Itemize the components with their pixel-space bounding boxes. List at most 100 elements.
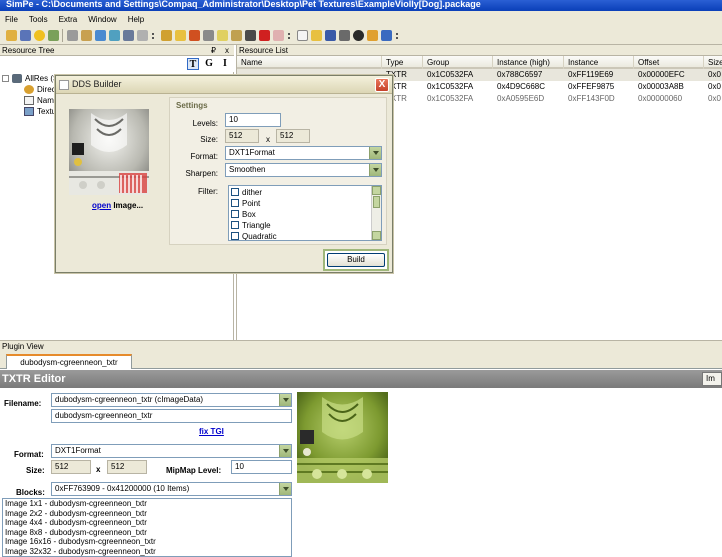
tree-item-allres[interactable]: AllRes (S) [2, 74, 61, 83]
menu-tools[interactable]: Tools [24, 15, 54, 24]
neighborhood-icon[interactable] [47, 30, 59, 41]
dds-image-preview [69, 109, 149, 195]
mipmap-input[interactable]: 10 [231, 460, 292, 474]
column-name[interactable]: Name [237, 56, 382, 69]
checkbox[interactable] [231, 232, 239, 240]
blocks-select[interactable]: 0xFF763909 - 0x41200000 (10 Items) [51, 482, 292, 496]
save-icon[interactable] [19, 30, 31, 41]
folder-icon[interactable] [174, 30, 186, 41]
scroll-up-icon[interactable] [372, 186, 381, 195]
close-icon[interactable]: x [225, 45, 229, 56]
disk-icon[interactable] [122, 30, 134, 41]
filter-item[interactable]: Point [231, 198, 260, 208]
open-folder-icon[interactable] [310, 30, 322, 41]
format-select[interactable]: DXT1Format [225, 146, 382, 160]
open-image-link[interactable]: open [92, 201, 111, 210]
tab-txtr[interactable]: dubodysm-cgreenneon_txtr [6, 354, 132, 369]
cut-icon[interactable] [66, 30, 78, 41]
filter-scrollbar[interactable] [371, 186, 381, 240]
tool-icon[interactable] [136, 30, 148, 41]
save-all-icon[interactable] [160, 30, 172, 41]
tree-instance-button[interactable]: I [219, 58, 231, 70]
settings-icon[interactable] [352, 30, 364, 41]
checkbox[interactable] [231, 188, 239, 196]
search-icon[interactable] [380, 30, 392, 41]
delete-icon[interactable] [258, 30, 270, 41]
open-package-icon[interactable] [5, 30, 17, 41]
resource-tree-header: Resource Tree ₽ x [0, 45, 234, 56]
filter-item[interactable]: dither [231, 187, 262, 197]
list-item[interactable]: Image 32x32 - dubodysm-cgreenneon_txtr [3, 547, 291, 557]
list-item[interactable]: Image 1x1 - dubodysm-cgreenneon_txtr [3, 499, 291, 509]
tree-item-texture[interactable]: Textu [24, 107, 56, 116]
chevron-down-icon[interactable] [279, 483, 291, 495]
resource-tree-title: Resource Tree [2, 46, 55, 55]
cell-instance: 0xFFEF9875 [568, 82, 615, 91]
scroll-thumb[interactable] [373, 196, 380, 208]
dds-builder-titlebar[interactable]: DDS Builder X [56, 76, 392, 94]
chat-icon[interactable] [202, 30, 214, 41]
size-label: Size: [200, 135, 218, 144]
filter-checklist[interactable]: dither Point Box Triangle Quadratic [228, 185, 382, 241]
scroll-down-icon[interactable] [372, 231, 381, 240]
menu-window[interactable]: Window [83, 15, 122, 24]
list-item[interactable]: Image 2x2 - dubodysm-cgreenneon_txtr [3, 509, 291, 519]
fix-tgi-link[interactable]: fix TGI [199, 427, 224, 436]
column-group[interactable]: Group [423, 56, 493, 69]
list-item[interactable]: Image 16x16 - dubodysm-cgreenneon_txtr [3, 537, 291, 547]
filename-input[interactable]: dubodysm-cgreenneon_txtr [51, 409, 292, 423]
filter-item[interactable]: Triangle [231, 220, 271, 230]
cube-icon[interactable] [108, 30, 120, 41]
menu-file[interactable]: File [0, 15, 24, 24]
tree-type-button[interactable]: T [187, 58, 199, 70]
toolbar-grip[interactable] [152, 32, 156, 39]
window-icon [59, 80, 69, 90]
column-type[interactable]: Type [382, 56, 423, 69]
export-icon[interactable] [230, 30, 242, 41]
checkbox[interactable] [231, 210, 239, 218]
print-icon[interactable] [338, 30, 350, 41]
column-instance[interactable]: Instance [564, 56, 634, 69]
camera-icon[interactable] [244, 30, 256, 41]
pin-icon[interactable]: ₽ [211, 45, 216, 56]
filename-select[interactable]: dubodysm-cgreenneon_txtr (cImageData) [51, 393, 292, 407]
toolbar-grip-3[interactable] [396, 32, 400, 39]
menu-help[interactable]: Help [123, 15, 150, 24]
chevron-down-icon[interactable] [279, 445, 291, 457]
tree-item-direct[interactable]: Direct [24, 85, 58, 94]
close-button[interactable]: X [375, 78, 389, 92]
column-offset[interactable]: Offset [634, 56, 704, 69]
txtr-editor: Filename: dubodysm-cgreenneon_txtr (cIma… [0, 388, 722, 557]
list-item[interactable]: Image 8x8 - dubodysm-cgreenneon_txtr [3, 528, 291, 538]
column-instance-high[interactable]: Instance (high) [493, 56, 564, 69]
list-item[interactable]: Image 4x4 - dubodysm-cgreenneon_txtr [3, 518, 291, 528]
chevron-down-icon[interactable] [279, 394, 291, 406]
filter-item[interactable]: Box [231, 209, 256, 219]
chevron-down-icon[interactable] [369, 147, 381, 159]
filter-item[interactable]: Quadratic [231, 231, 277, 240]
new-file-icon[interactable] [296, 30, 308, 41]
star-icon[interactable] [188, 30, 200, 41]
toolbar-grip-2[interactable] [288, 32, 292, 39]
levels-input[interactable]: 10 [225, 113, 281, 127]
format-select[interactable]: DXT1Format [51, 444, 292, 458]
lock-icon[interactable] [80, 30, 92, 41]
menu-extra[interactable]: Extra [54, 15, 84, 24]
tree-group-button[interactable]: G [203, 58, 215, 70]
tree-item-name[interactable]: Name [24, 96, 58, 105]
image-list[interactable]: Image 1x1 - dubodysm-cgreenneon_txtr Ima… [2, 498, 292, 557]
save-file-icon[interactable] [324, 30, 336, 41]
sim-icon[interactable] [33, 30, 45, 41]
eraser-icon[interactable] [272, 30, 284, 41]
note-icon[interactable] [216, 30, 228, 41]
column-size[interactable]: Size [704, 56, 722, 69]
chevron-down-icon[interactable] [369, 164, 381, 176]
expand-icon[interactable] [2, 75, 9, 82]
person-icon[interactable] [94, 30, 106, 41]
checkbox[interactable] [231, 199, 239, 207]
build-button[interactable]: Build [327, 253, 385, 267]
users-icon[interactable] [366, 30, 378, 41]
sharpen-select[interactable]: Smoothen [225, 163, 382, 177]
checkbox[interactable] [231, 221, 239, 229]
import-button[interactable]: Im [702, 372, 722, 386]
